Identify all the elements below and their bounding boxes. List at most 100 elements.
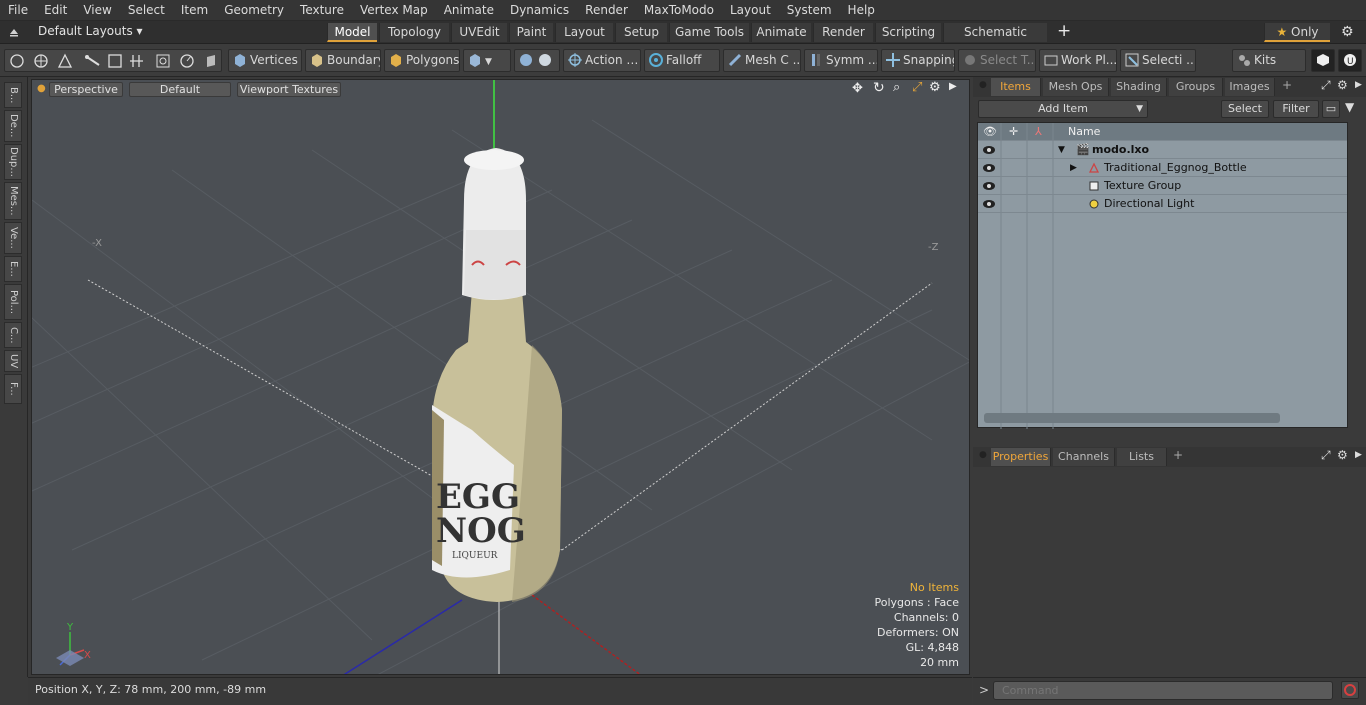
left-tab-edge[interactable]: E... — [4, 256, 22, 282]
mesh-constraint-button[interactable]: Mesh C ... — [723, 49, 801, 72]
tab-scripting[interactable]: Scripting — [875, 23, 941, 42]
menu-dynamics[interactable]: Dynamics — [502, 0, 577, 21]
viewport-settings-icon[interactable]: ⚙ — [929, 80, 941, 95]
filter-button[interactable]: Filter — [1273, 100, 1319, 118]
tab-mesh-ops[interactable]: Mesh Ops — [1043, 78, 1109, 96]
menu-system[interactable]: System — [779, 0, 840, 21]
selection-sets-button[interactable]: Selecti ... — [1120, 49, 1196, 72]
move-view-icon[interactable]: ✥ — [852, 81, 863, 96]
panel-expand-icon[interactable]: ⤢ — [1321, 448, 1331, 463]
layout-arrow-icon[interactable] — [8, 26, 20, 38]
add-tab-button[interactable]: + — [1057, 21, 1071, 41]
left-tab-vertex[interactable]: Ve... — [4, 222, 22, 254]
default-layouts-dropdown[interactable]: Default Layouts ▾ — [38, 24, 143, 38]
tab-schematic-fusion[interactable]: Schematic Fusion — [943, 23, 1047, 58]
add-panel-tab-button[interactable]: + — [1173, 448, 1183, 462]
left-tab-deform[interactable]: De... — [4, 110, 22, 142]
eye-icon[interactable] — [982, 163, 996, 173]
left-tab-fusion[interactable]: F... — [4, 374, 22, 404]
collapse-button[interactable]: ▭ — [1322, 100, 1340, 118]
record-icon[interactable] — [1341, 681, 1359, 699]
panel-expand-icon[interactable]: ⤢ — [1321, 78, 1331, 93]
tab-animate[interactable]: Animate — [751, 23, 811, 42]
kits-button[interactable]: Kits — [1232, 49, 1306, 72]
perspective-button[interactable]: Perspective — [49, 82, 123, 97]
menu-file[interactable]: File — [0, 0, 36, 21]
panel-menu-dot[interactable]: ● — [979, 80, 987, 90]
tab-uvedit[interactable]: UVEdit — [451, 23, 507, 42]
eggnog-bottle[interactable]: EGG NOG LIQUEUR — [432, 148, 562, 602]
tab-properties[interactable]: Properties — [991, 448, 1051, 466]
add-panel-tab-button[interactable]: + — [1282, 78, 1292, 92]
panel-gear-icon[interactable]: ⚙ — [1337, 78, 1348, 92]
command-input[interactable] — [993, 681, 1333, 700]
menu-view[interactable]: View — [75, 0, 119, 21]
snapping-button[interactable]: Snapping — [881, 49, 955, 72]
tab-groups[interactable]: Groups — [1169, 78, 1223, 96]
eye-icon[interactable] — [982, 145, 996, 155]
left-tab-uv[interactable]: UV — [4, 350, 22, 372]
select-mode-icons[interactable] — [9, 53, 219, 69]
menu-edit[interactable]: Edit — [36, 0, 75, 21]
work-plane-button[interactable]: Work Pl... — [1039, 49, 1117, 72]
viewport-expand-icon[interactable]: ▶ — [949, 81, 957, 92]
sym-buttons[interactable] — [514, 49, 560, 72]
tab-paint[interactable]: Paint — [509, 23, 553, 42]
tab-layout[interactable]: Layout — [555, 23, 613, 42]
viewport-scene[interactable]: -X -Z EGG NOG LIQUEUR Y X — [32, 80, 970, 675]
add-item-button[interactable]: Add Item ▼ — [978, 100, 1148, 118]
rotate-view-icon[interactable]: ↻ — [873, 80, 885, 96]
eye-icon[interactable] — [982, 199, 996, 209]
menu-item[interactable]: Item — [173, 0, 216, 21]
tab-setup[interactable]: Setup — [615, 23, 667, 42]
panel-arrow-icon[interactable]: ▶ — [1355, 80, 1362, 90]
funnel-icon[interactable]: ▼ — [1345, 100, 1354, 114]
list-item[interactable]: ▼ 🎬 modo.lxo — [978, 141, 1347, 159]
tab-game-tools[interactable]: Game Tools — [669, 23, 749, 42]
tab-shading[interactable]: Shading — [1111, 78, 1167, 96]
panel-menu-dot[interactable]: ● — [979, 450, 987, 460]
tab-topology[interactable]: Topology — [379, 23, 449, 42]
unreal-button[interactable]: U — [1338, 49, 1362, 72]
panel-arrow-icon[interactable]: ▶ — [1355, 450, 1362, 460]
menu-help[interactable]: Help — [840, 0, 883, 21]
viewport-textures-button[interactable]: Viewport Textures — [237, 82, 341, 97]
menu-maxtomodo[interactable]: MaxToModo — [636, 0, 722, 21]
expand-triangle-icon[interactable]: ▶ — [1070, 159, 1077, 177]
material-button[interactable]: ▼ — [463, 49, 511, 72]
select-through-button[interactable]: Select T... — [958, 49, 1036, 72]
left-tab-duplicate[interactable]: Dup... — [4, 144, 22, 180]
left-tab-basic[interactable]: B... — [4, 82, 22, 108]
tab-channels[interactable]: Channels — [1053, 448, 1115, 466]
menu-geometry[interactable]: Geometry — [216, 0, 292, 21]
viewport-menu-dot[interactable]: ● — [37, 83, 46, 94]
3d-viewport[interactable]: -X -Z EGG NOG LIQUEUR Y X ● Perspective — [31, 79, 970, 675]
left-tab-mesh-edit[interactable]: Mes... — [4, 182, 22, 220]
list-item[interactable]: Directional Light — [978, 195, 1347, 213]
tab-images[interactable]: Images — [1225, 78, 1275, 96]
list-scrollbar[interactable] — [984, 413, 1280, 423]
eye-icon[interactable] — [982, 181, 996, 191]
list-item[interactable]: Texture Group — [978, 177, 1347, 195]
menu-layout[interactable]: Layout — [722, 0, 779, 21]
menu-select[interactable]: Select — [120, 0, 173, 21]
falloff-button[interactable]: Falloff — [644, 49, 720, 72]
expand-triangle-icon[interactable]: ▼ — [1058, 141, 1065, 159]
tab-render[interactable]: Render — [813, 23, 873, 42]
tab-lists[interactable]: Lists — [1117, 448, 1167, 466]
tab-model[interactable]: Model — [327, 23, 377, 42]
menu-animate[interactable]: Animate — [436, 0, 502, 21]
left-tab-curve[interactable]: C... — [4, 322, 22, 348]
polygons-button[interactable]: Polygons — [384, 49, 460, 72]
maximize-view-icon[interactable]: ⤢ — [912, 80, 922, 95]
menu-texture[interactable]: Texture — [292, 0, 352, 21]
list-item[interactable]: ▶ Traditional_Eggnog_Bottle — [978, 159, 1347, 177]
vertices-button[interactable]: Vertices — [228, 49, 302, 72]
only-toggle[interactable]: ★ Only — [1264, 23, 1330, 42]
modo-cube-button[interactable] — [1311, 49, 1335, 72]
panel-gear-icon[interactable]: ⚙ — [1337, 448, 1348, 462]
gear-icon[interactable]: ⚙ — [1341, 24, 1354, 40]
symmetry-button[interactable]: Symm ... — [804, 49, 878, 72]
menu-render[interactable]: Render — [577, 0, 636, 21]
select-button[interactable]: Select — [1221, 100, 1269, 118]
